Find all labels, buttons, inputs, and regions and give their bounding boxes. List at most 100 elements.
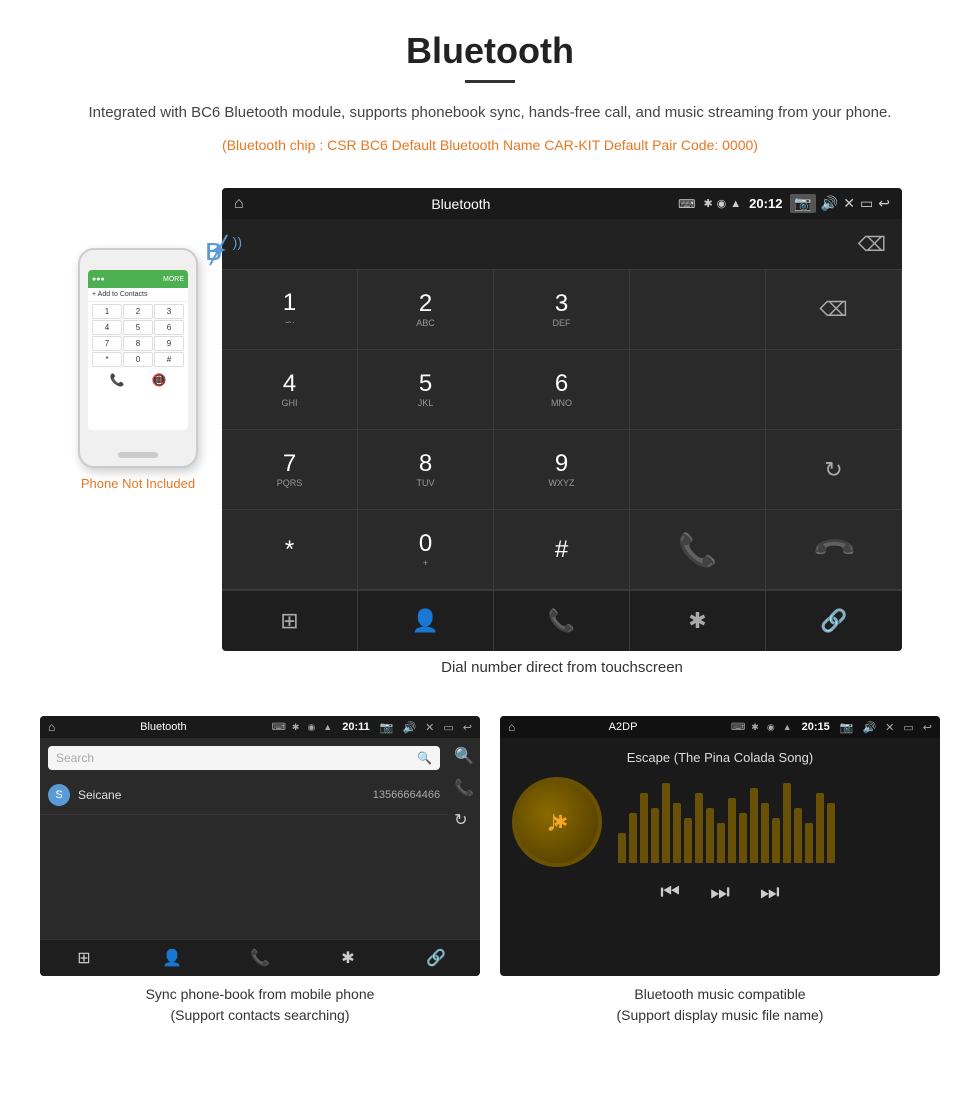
pb-vol-icon: 🔊 bbox=[402, 721, 416, 734]
eq-bar bbox=[695, 793, 703, 863]
key-hash[interactable]: # bbox=[494, 510, 630, 590]
eq-bar bbox=[673, 803, 681, 863]
bt-diagonal-icon: ʙ bbox=[205, 230, 235, 270]
key-backspace-2[interactable]: ⌫ bbox=[766, 270, 902, 350]
pb-cam-icon: 📷 bbox=[380, 721, 394, 734]
back-icon[interactable]: ↩ bbox=[878, 195, 890, 212]
nav-keypad[interactable]: ⊞ bbox=[222, 591, 358, 651]
page-header: Bluetooth Integrated with BC6 Bluetooth … bbox=[0, 0, 980, 168]
pb-nav-bt[interactable]: ✱ bbox=[304, 940, 392, 976]
a2dp-caption-line2: (Support display music file name) bbox=[617, 1007, 824, 1023]
key-5[interactable]: 5 JKL bbox=[358, 350, 494, 430]
a2dp-close-icon[interactable]: ✕ bbox=[885, 721, 894, 734]
key-call-green[interactable]: 📞 bbox=[630, 510, 766, 590]
pb-nav-link[interactable]: 🔗 bbox=[392, 940, 480, 976]
bottom-nav: ⊞ 👤 📞 ✱ 🔗 bbox=[222, 590, 902, 651]
keypad-grid: 1 ∽∙ 2 ABC 3 DEF ⌫ 4 GHI bbox=[222, 269, 902, 590]
bluetooth-status-icon: ✱ bbox=[703, 197, 712, 210]
phonebook-caption-line1: Sync phone-book from mobile phone bbox=[146, 986, 375, 1002]
phonebook-inner: ⌂ Bluetooth ⌨ ✱ ◉ ▲ 20:11 📷 🔊 ✕ ▭ ↩ bbox=[40, 716, 480, 976]
pb-contact-row[interactable]: S Seicane 13566664466 bbox=[40, 776, 448, 815]
a2dp-prev-icon[interactable]: ⏮ bbox=[660, 879, 680, 905]
call-green-icon: 📞 bbox=[678, 531, 718, 569]
status-time: 20:12 bbox=[749, 196, 782, 211]
key-call-red[interactable]: 📞 bbox=[766, 510, 902, 590]
signal-icon: ▲ bbox=[730, 198, 741, 210]
phone-call-row: 📞 📵 bbox=[88, 369, 188, 391]
pb-nav-contacts[interactable]: 👤 bbox=[128, 940, 216, 976]
nav-contacts[interactable]: 👤 bbox=[358, 591, 494, 651]
dial-section: ✦ )) ʙ ●●● MORE + Add to Contacts 1 bbox=[0, 168, 980, 716]
dial-screen: ⌂ Bluetooth ⌨ ✱ ◉ ▲ 20:12 📷 🔊 ✕ ▭ ↩ bbox=[222, 188, 902, 651]
key-3[interactable]: 3 DEF bbox=[494, 270, 630, 350]
call-red-icon: 📞 bbox=[810, 526, 858, 574]
a2dp-back-icon[interactable]: ↩ bbox=[923, 721, 932, 734]
nav-settings[interactable]: 🔗 bbox=[766, 591, 902, 651]
a2dp-title: A2DP bbox=[521, 721, 725, 733]
eq-bar bbox=[629, 813, 637, 863]
key-4[interactable]: 4 GHI bbox=[222, 350, 358, 430]
backspace-key-icon: ⌫ bbox=[819, 297, 847, 322]
phone-call-icon: 📞 bbox=[110, 373, 125, 387]
eq-bar bbox=[794, 808, 802, 863]
a2dp-block: ⌂ A2DP ⌨ ✱ ◉ ▲ 20:15 📷 🔊 ✕ ▭ ↩ Escape (T… bbox=[500, 716, 940, 1026]
key-1[interactable]: 1 ∽∙ bbox=[222, 270, 358, 350]
page-specs: (Bluetooth chip : CSR BC6 Default Blueto… bbox=[60, 133, 920, 158]
pb-side-refresh-icon[interactable]: ↻ bbox=[454, 810, 474, 830]
key-empty-4 bbox=[630, 430, 766, 510]
a2dp-equalizer bbox=[618, 777, 928, 867]
pb-nav-calls[interactable]: 📞 bbox=[216, 940, 304, 976]
key-0[interactable]: 0 + bbox=[358, 510, 494, 590]
key-9[interactable]: 9 WXYZ bbox=[494, 430, 630, 510]
a2dp-loc-icon: ◉ bbox=[767, 722, 775, 733]
key-refresh[interactable]: ↻ bbox=[766, 430, 902, 510]
pb-sig-icon: ▲ bbox=[323, 722, 332, 732]
eq-bar bbox=[805, 823, 813, 863]
key-8[interactable]: 8 TUV bbox=[358, 430, 494, 510]
pb-search-bar[interactable]: Search 🔍 bbox=[48, 746, 440, 770]
page-description: Integrated with BC6 Bluetooth module, su… bbox=[60, 101, 920, 125]
close-icon[interactable]: ✕ bbox=[843, 195, 855, 212]
phonebook-caption: Sync phone-book from mobile phone (Suppo… bbox=[146, 984, 375, 1026]
home-icon[interactable]: ⌂ bbox=[234, 195, 244, 213]
pb-back-icon[interactable]: ↩ bbox=[463, 721, 472, 734]
backspace-icon[interactable]: ⌫ bbox=[858, 232, 886, 257]
pb-nav-keypad[interactable]: ⊞ bbox=[40, 940, 128, 976]
a2dp-next-icon[interactable]: ⏭ bbox=[760, 879, 780, 905]
pb-side-search-icon[interactable]: 🔍 bbox=[454, 746, 474, 766]
a2dp-art-area: ♪ ✱ bbox=[512, 777, 928, 867]
camera-icon: 📷 bbox=[790, 194, 815, 213]
key-2[interactable]: 2 ABC bbox=[358, 270, 494, 350]
pb-title: Bluetooth bbox=[61, 721, 265, 733]
pb-side-icons: 🔍 📞 ↻ bbox=[448, 738, 480, 939]
a2dp-bt-icon: ✱ bbox=[751, 722, 759, 733]
dial-caption: Dial number direct from touchscreen bbox=[441, 651, 683, 696]
a2dp-caption-line1: Bluetooth music compatible bbox=[634, 986, 805, 1002]
eq-bar bbox=[739, 813, 747, 863]
a2dp-home-icon[interactable]: ⌂ bbox=[508, 720, 515, 734]
key-7[interactable]: 7 PQRS bbox=[222, 430, 358, 510]
pb-side-call-icon[interactable]: 📞 bbox=[454, 778, 474, 798]
volume-icon: 🔊 bbox=[821, 195, 838, 212]
nav-bluetooth[interactable]: ✱ bbox=[630, 591, 766, 651]
key-star[interactable]: * bbox=[222, 510, 358, 590]
pb-home-icon[interactable]: ⌂ bbox=[48, 720, 55, 734]
pb-time: 20:11 bbox=[342, 721, 370, 733]
phonebook-block: ⌂ Bluetooth ⌨ ✱ ◉ ▲ 20:11 📷 🔊 ✕ ▭ ↩ bbox=[40, 716, 480, 1026]
pb-close-icon[interactable]: ✕ bbox=[425, 721, 434, 734]
status-icons: ✱ ◉ ▲ bbox=[703, 197, 741, 210]
a2dp-play-pause-icon[interactable]: ⏭ bbox=[710, 879, 730, 905]
a2dp-screen-inner: ⌂ A2DP ⌨ ✱ ◉ ▲ 20:15 📷 🔊 ✕ ▭ ↩ Escape (T… bbox=[500, 716, 940, 976]
eq-bar bbox=[706, 808, 714, 863]
pb-nav: ⊞ 👤 📞 ✱ 🔗 bbox=[40, 939, 480, 976]
phonebook-screenshot: ⌂ Bluetooth ⌨ ✱ ◉ ▲ 20:11 📷 🔊 ✕ ▭ ↩ bbox=[40, 716, 480, 976]
eq-bar bbox=[761, 803, 769, 863]
pb-contact-name: Seicane bbox=[78, 788, 373, 802]
a2dp-win-icon: ▭ bbox=[903, 721, 913, 734]
eq-bar bbox=[618, 833, 626, 863]
a2dp-cam-icon: 📷 bbox=[840, 721, 854, 734]
eq-bar bbox=[651, 808, 659, 863]
key-6[interactable]: 6 MNO bbox=[494, 350, 630, 430]
nav-calls[interactable]: 📞 bbox=[494, 591, 630, 651]
eq-bar bbox=[783, 783, 791, 863]
